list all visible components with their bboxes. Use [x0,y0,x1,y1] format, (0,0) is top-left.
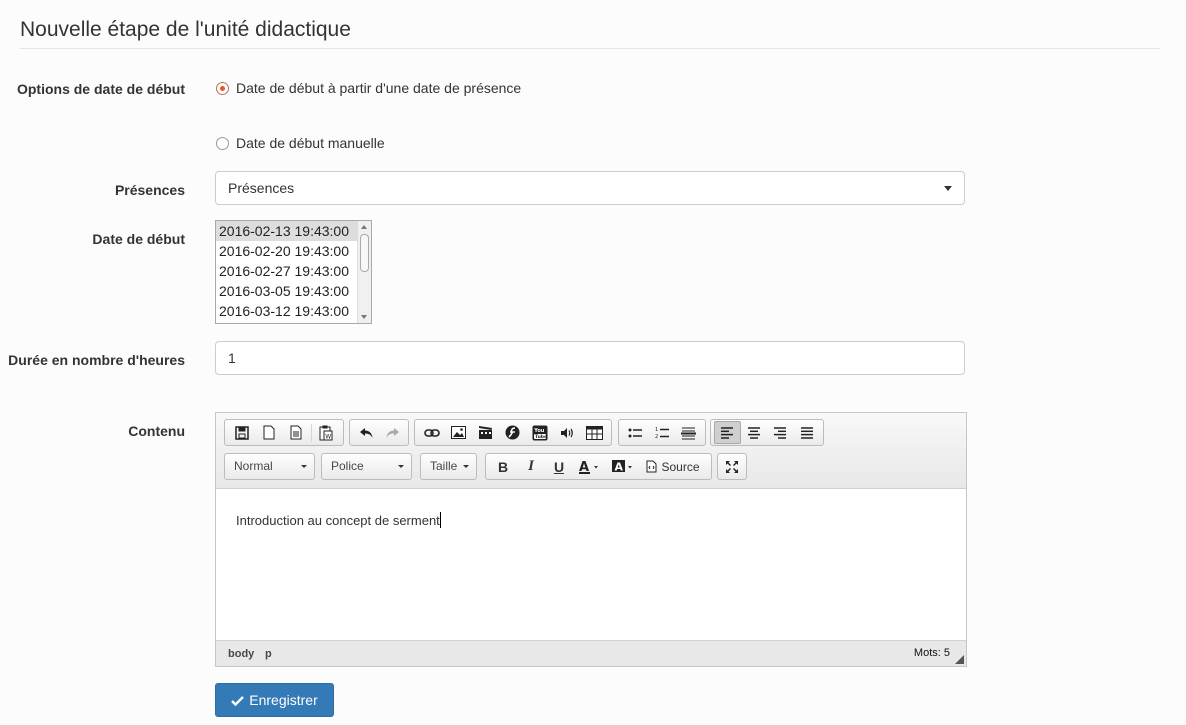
format-combo[interactable]: Normal [224,453,315,480]
start-date-listbox[interactable]: 2016-02-13 19:43:00 2016-02-20 19:43:00 … [215,220,372,324]
link-icon[interactable] [418,421,445,444]
align-right-icon[interactable] [767,421,793,444]
size-combo-value: Taille [430,459,458,473]
maximize-icon[interactable] [721,455,743,478]
size-combo[interactable]: Taille [420,453,477,480]
source-label: Source [661,459,700,474]
format-combo-value: Normal [234,459,273,473]
radio-option-attendance-date[interactable]: Date de début à partir d'une date de pré… [216,80,521,96]
audio-icon[interactable] [554,421,581,444]
listbox-option[interactable]: 2016-02-13 19:43:00 [216,221,371,241]
bold-icon[interactable]: B [489,455,517,478]
templates-icon[interactable] [283,421,310,444]
chevron-down-icon [398,465,404,468]
presences-selected-value: Présences [228,180,295,196]
toolbar-group-lists: 12 [618,419,706,446]
svg-text:Tube: Tube [535,434,547,440]
start-date-label: Date de début [92,231,185,247]
text-cursor [439,512,441,528]
duration-label: Durée en nombre d'heures [8,352,185,368]
editor-content-area[interactable]: Introduction au concept de serment [216,490,966,640]
listbox-option[interactable]: 2016-03-05 19:43:00 [216,281,371,301]
save-button[interactable]: Enregistrer [215,683,334,717]
word-count: Mots: 5 [913,647,950,659]
background-color-icon[interactable]: A [607,455,641,478]
font-combo-value: Police [331,459,364,473]
listbox-option[interactable]: 2016-02-20 19:43:00 [216,241,371,261]
toolbar-group-tools [717,453,747,480]
svg-text:W: W [326,433,332,440]
align-center-icon[interactable] [741,421,767,444]
listbox-scrollbar[interactable] [357,221,371,323]
editor-paragraph: Introduction au concept de serment [236,513,440,528]
svg-text:2: 2 [655,434,658,439]
horizontal-rule-icon[interactable] [675,421,702,444]
toolbar-group-insert: You Tube [414,419,612,446]
rich-text-editor[interactable]: W You Tube 1 2 Normal Police Taille B I … [215,412,967,667]
path-element-p[interactable]: p [265,648,272,660]
svg-text:A: A [579,460,589,474]
source-button[interactable]: Source [641,455,705,478]
radio-unchecked-icon[interactable] [216,136,229,150]
listbox-option[interactable]: 2016-03-12 19:43:00 [216,301,371,321]
duration-input[interactable]: 1 [215,341,965,375]
radio-option-manual-date[interactable]: Date de début manuelle [216,135,385,151]
resize-handle-icon[interactable] [955,655,964,664]
toolbar-group-document: W [224,419,344,446]
font-combo[interactable]: Police [321,453,412,480]
editor-statusbar: body p Mots: 5 [216,640,966,666]
presences-label: Présences [114,182,185,198]
text-color-icon[interactable]: A [573,455,607,478]
toolbar-separator [310,423,312,442]
align-left-icon[interactable] [714,421,741,444]
undo-icon[interactable] [353,421,379,444]
radio-option-label: Date de début manuelle [236,135,385,151]
start-date-options-label: Options de date de début [16,81,185,97]
scroll-down-icon[interactable] [361,315,367,319]
radio-checked-icon[interactable] [216,81,229,95]
scroll-thumb[interactable] [360,234,369,272]
chevron-down-icon [944,186,952,191]
chevron-down-icon [463,465,469,468]
italic-icon[interactable]: I [517,455,545,478]
video-icon[interactable] [472,421,499,444]
duration-value: 1 [228,350,236,366]
underline-icon[interactable]: U [545,455,573,478]
bulleted-list-icon[interactable] [622,421,649,444]
justify-icon[interactable] [794,421,820,444]
save-button-label: Enregistrer [249,692,318,708]
editor-toolbar: W You Tube 1 2 Normal Police Taille B I … [216,413,966,489]
image-icon[interactable] [445,421,472,444]
numbered-list-icon[interactable]: 12 [649,421,676,444]
scroll-up-icon[interactable] [361,225,367,229]
title-divider [20,48,1160,49]
svg-text:1: 1 [655,427,658,433]
paste-word-icon[interactable]: W [313,421,340,444]
source-icon [646,460,657,473]
radio-option-label: Date de début à partir d'une date de pré… [236,80,522,96]
table-icon[interactable] [581,421,608,444]
presences-select[interactable]: Présences [215,171,965,205]
youtube-icon[interactable]: You Tube [527,421,554,444]
redo-icon[interactable] [379,421,405,444]
new-page-icon[interactable] [255,421,282,444]
content-label: Contenu [128,423,185,439]
save-icon[interactable] [228,421,255,444]
path-element-body[interactable]: body [228,648,254,660]
toolbar-group-history [349,419,409,446]
svg-text:You: You [533,428,545,434]
listbox-option[interactable]: 2016-02-27 19:43:00 [216,261,371,281]
svg-text:A: A [615,460,624,473]
toolbar-group-text-style: B I U A A Source [485,453,712,480]
page-title: Nouvelle étape de l'unité didactique [20,18,351,41]
toolbar-group-align [710,419,824,446]
flash-icon[interactable] [499,421,526,444]
check-icon [231,695,245,706]
chevron-down-icon [301,465,307,468]
